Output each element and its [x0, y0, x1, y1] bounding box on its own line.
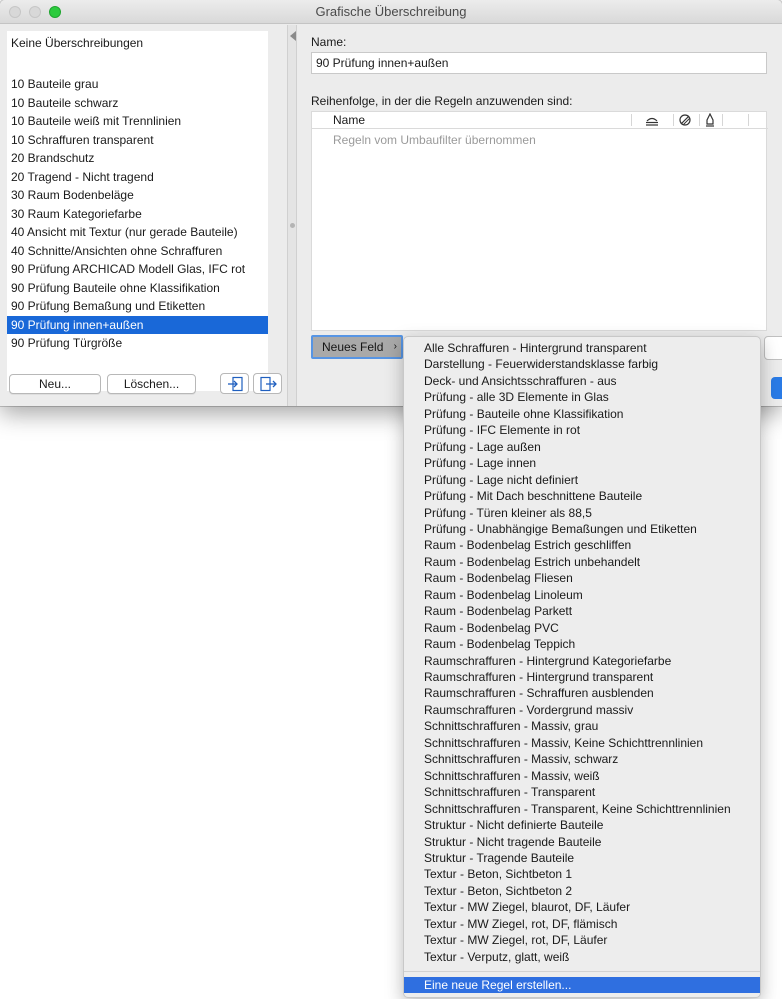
- export-button[interactable]: [253, 373, 282, 394]
- menu-item-rule[interactable]: Prüfung - Bauteile ohne Klassifikation: [404, 406, 760, 422]
- surface-override-icon[interactable]: [645, 113, 659, 127]
- name-label: Name:: [311, 35, 347, 49]
- menu-item-rule[interactable]: Struktur - Nicht tragende Bauteile: [404, 834, 760, 850]
- rules-empty-text: Regeln vom Umbaufilter übernommen: [333, 133, 536, 147]
- menu-item-rule[interactable]: Schnittschraffuren - Transparent, Keine …: [404, 801, 760, 817]
- export-icon: [260, 376, 277, 392]
- override-list[interactable]: Keine Überschreibungen 10 Bauteile grau 1…: [7, 31, 268, 391]
- menu-item-rule[interactable]: Prüfung - Unabhängige Bemaßungen und Eti…: [404, 521, 760, 537]
- menu-item-rule[interactable]: Raum - Bodenbelag Parkett: [404, 603, 760, 619]
- new-field-menu[interactable]: Eine neue Regel erstellen... Alle Schraf…: [403, 336, 761, 998]
- new-field-button[interactable]: Neues Feld ›: [311, 335, 403, 359]
- menu-item-rule[interactable]: Prüfung - Lage innen: [404, 455, 760, 471]
- menu-item-rule[interactable]: Darstellung - Feuerwiderstandsklasse far…: [404, 356, 760, 372]
- override-list-item[interactable]: 20 Tragend - Nicht tragend: [7, 168, 268, 186]
- override-list-item[interactable]: 40 Ansicht mit Textur (nur gerade Bautei…: [7, 223, 268, 241]
- menu-item-rule[interactable]: Textur - Beton, Sichtbeton 2: [404, 883, 760, 899]
- close-window-button[interactable]: [9, 6, 21, 18]
- override-list-item[interactable]: 90 Prüfung Türgröße: [7, 334, 268, 352]
- menu-item-rule[interactable]: Alle Schraffuren - Hintergrund transpare…: [404, 340, 760, 356]
- menu-item-rule[interactable]: Raum - Bodenbelag PVC: [404, 620, 760, 636]
- menu-item-rule[interactable]: Raum - Bodenbelag Estrich geschliffen: [404, 537, 760, 553]
- menu-item-rule[interactable]: Struktur - Tragende Bauteile: [404, 850, 760, 866]
- column-separator: [699, 114, 700, 126]
- collapse-arrow-icon[interactable]: [290, 31, 296, 41]
- new-field-label: Neues Feld: [322, 340, 384, 354]
- new-override-button[interactable]: Neu...: [9, 374, 101, 394]
- rules-table[interactable]: Name Regeln vom Umbaufilter übernommen: [311, 111, 768, 331]
- menu-item-rule[interactable]: Raumschraffuren - Vordergrund massiv: [404, 702, 760, 718]
- menu-item-rule[interactable]: Textur - Beton, Sichtbeton 1: [404, 866, 760, 882]
- menu-item-rule[interactable]: Prüfung - Lage nicht definiert: [404, 472, 760, 488]
- column-separator: [673, 114, 674, 126]
- pen-override-icon[interactable]: [704, 113, 716, 127]
- override-list-item[interactable]: 10 Bauteile weiß mit Trennlinien: [7, 112, 268, 130]
- menu-item-rule[interactable]: Raumschraffuren - Hintergrund transparen…: [404, 669, 760, 685]
- override-list-item[interactable]: 90 Prüfung innen+außen: [7, 315, 268, 334]
- menu-item-rule[interactable]: Prüfung - Lage außen: [404, 439, 760, 455]
- splitter-grip-icon: [290, 223, 295, 228]
- hidden-button-edge[interactable]: [764, 336, 782, 360]
- menu-item-rule[interactable]: Raumschraffuren - Schraffuren ausblenden: [404, 685, 760, 701]
- zoom-window-button[interactable]: [49, 6, 61, 18]
- menu-item-rule[interactable]: Textur - Verputz, glatt, weiß: [404, 949, 760, 965]
- override-list-item[interactable]: 40 Schnitte/Ansichten ohne Schraffuren: [7, 242, 268, 260]
- menu-item-rule[interactable]: Schnittschraffuren - Massiv, schwarz: [404, 751, 760, 767]
- menu-item-rule[interactable]: Textur - MW Ziegel, rot, DF, flämisch: [404, 916, 760, 932]
- menu-item-rule[interactable]: Schnittschraffuren - Massiv, weiß: [404, 768, 760, 784]
- override-list-item[interactable]: 90 Prüfung Bemaßung und Etiketten: [7, 297, 268, 315]
- column-separator: [722, 114, 723, 126]
- import-button[interactable]: [220, 373, 249, 394]
- import-icon: [228, 376, 243, 392]
- panel-splitter[interactable]: [287, 25, 297, 406]
- fill-override-icon[interactable]: [678, 113, 692, 127]
- column-header-name[interactable]: Name: [333, 113, 365, 127]
- menu-item-rule[interactable]: Raum - Bodenbelag Teppich: [404, 636, 760, 652]
- column-separator: [631, 114, 632, 126]
- menu-item-rule[interactable]: Schnittschraffuren - Massiv, grau: [404, 718, 760, 734]
- menu-item-rule[interactable]: Raum - Bodenbelag Estrich unbehandelt: [404, 554, 760, 570]
- delete-override-button[interactable]: Löschen...: [107, 374, 196, 394]
- menu-item-rule[interactable]: Prüfung - Türen kleiner als 88,5: [404, 505, 760, 521]
- menu-item-rule[interactable]: Schnittschraffuren - Massiv, Keine Schic…: [404, 735, 760, 751]
- override-list-item[interactable]: 10 Bauteile schwarz: [7, 94, 268, 112]
- override-list-item[interactable]: 30 Raum Kategoriefarbe: [7, 205, 268, 223]
- override-list-item[interactable]: 30 Raum Bodenbeläge: [7, 186, 268, 204]
- menu-item-rule[interactable]: Textur - MW Ziegel, rot, DF, Läufer: [404, 932, 760, 948]
- menu-item-rule[interactable]: Raum - Bodenbelag Fliesen: [404, 570, 760, 586]
- column-separator: [748, 114, 749, 126]
- rules-table-header: Name: [312, 112, 768, 129]
- override-list-item[interactable]: 10 Bauteile grau: [7, 75, 268, 93]
- menu-item-rule[interactable]: Schnittschraffuren - Transparent: [404, 784, 760, 800]
- order-label: Reihenfolge, in der die Regeln anzuwende…: [311, 94, 573, 108]
- menu-item-rule[interactable]: Prüfung - Mit Dach beschnittene Bauteile: [404, 488, 760, 504]
- chevron-right-icon: ›: [393, 341, 397, 352]
- menu-item-rule[interactable]: Textur - MW Ziegel, blaurot, DF, Läufer: [404, 899, 760, 915]
- title-bar[interactable]: Grafische Überschreibung: [0, 0, 782, 24]
- menu-separator: [404, 971, 760, 972]
- minimize-window-button[interactable]: [29, 6, 41, 18]
- menu-item-rule[interactable]: Raumschraffuren - Hintergrund Kategorief…: [404, 653, 760, 669]
- create-new-rule-item[interactable]: Eine neue Regel erstellen...: [404, 977, 760, 993]
- window-title: Grafische Überschreibung: [315, 4, 467, 19]
- menu-item-rule[interactable]: Raum - Bodenbelag Linoleum: [404, 587, 760, 603]
- menu-item-rule[interactable]: Deck- und Ansichtsschraffuren - aus: [404, 373, 760, 389]
- default-button-edge[interactable]: [771, 377, 782, 399]
- override-list-panel: Keine Überschreibungen 10 Bauteile grau 1…: [0, 25, 287, 406]
- menu-item-rule[interactable]: Prüfung - IFC Elemente in rot: [404, 422, 760, 438]
- override-list-item[interactable]: 90 Prüfung Bauteile ohne Klassifikation: [7, 279, 268, 297]
- override-list-item[interactable]: 90 Prüfung ARCHICAD Modell Glas, IFC rot: [7, 260, 268, 278]
- override-list-item[interactable]: 20 Brandschutz: [7, 149, 268, 167]
- menu-item-rule[interactable]: Prüfung - alle 3D Elemente in Glas: [404, 389, 760, 405]
- list-item-none[interactable]: Keine Überschreibungen: [7, 34, 268, 52]
- menu-item-rule[interactable]: Struktur - Nicht definierte Bauteile: [404, 817, 760, 833]
- override-list-item[interactable]: 10 Schraffuren transparent: [7, 131, 268, 149]
- name-input[interactable]: 90 Prüfung innen+außen: [311, 52, 767, 74]
